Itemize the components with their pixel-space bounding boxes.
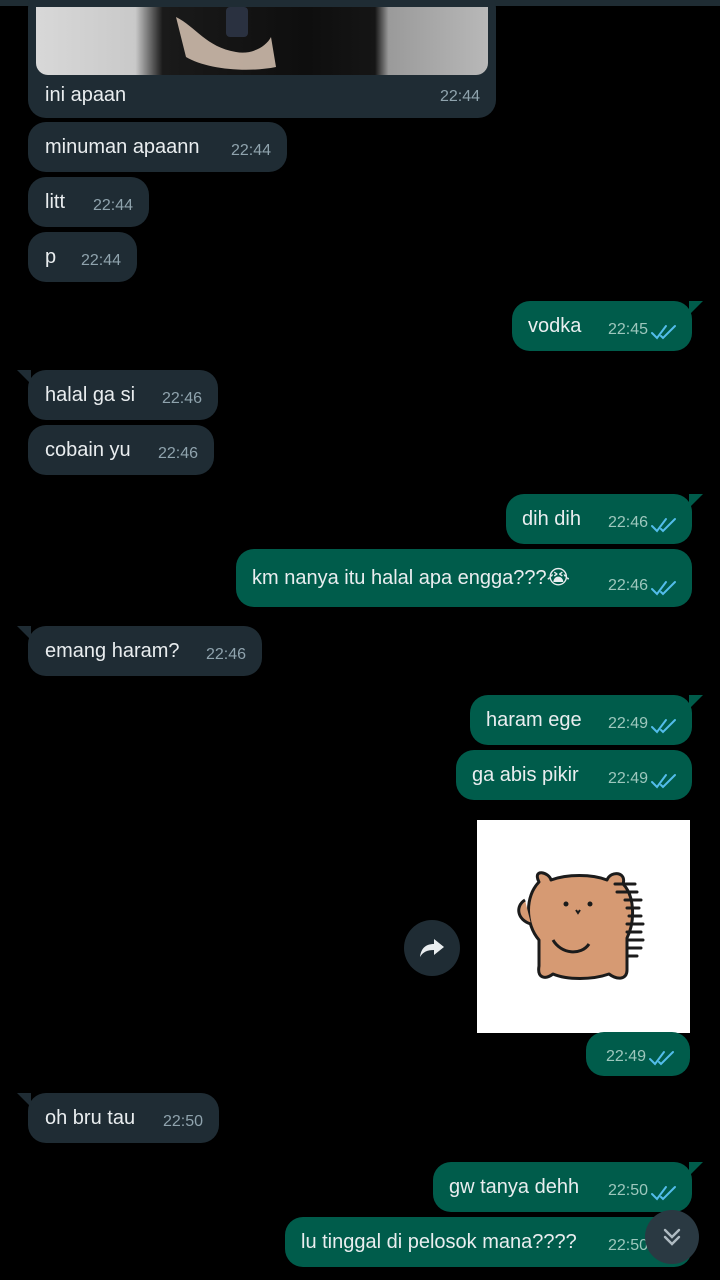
double-check-icon	[651, 1186, 676, 1201]
double-chevron-down-icon	[663, 1228, 681, 1246]
double-check-icon	[649, 1051, 674, 1066]
message-text: km nanya itu halal apa engga???😭	[252, 567, 571, 589]
message-time: 22:50	[162, 1113, 203, 1130]
double-check-icon	[651, 581, 676, 596]
message-time: 22:49	[607, 770, 648, 787]
forward-arrow-icon	[420, 939, 444, 957]
message-bubble-outgoing[interactable]: haram ege 22:49	[470, 695, 703, 745]
message-time: 22:46	[161, 390, 202, 407]
message-time: 22:45	[607, 321, 648, 338]
message-bubble-incoming[interactable]: p 22:44	[28, 232, 137, 282]
shared-photo[interactable]	[36, 7, 488, 75]
message-time: 22:46	[205, 646, 246, 663]
message-time: 22:44	[230, 142, 271, 159]
message-text: lu tinggal di pelosok mana????	[301, 1231, 577, 1253]
message-time: 22:49	[605, 1048, 646, 1065]
message-bubble-outgoing[interactable]: vodka 22:45	[512, 301, 703, 351]
brown-bear-sticker[interactable]	[477, 820, 690, 1033]
message-text: p	[45, 246, 57, 268]
sticker-time-pill: 22:49	[586, 1032, 690, 1076]
message-text: gw tanya dehh	[449, 1176, 580, 1198]
message-time: 22:50	[607, 1182, 648, 1199]
message-time: 22:44	[439, 88, 480, 105]
message-bubble-outgoing[interactable]: ga abis pikir 22:49	[456, 750, 692, 800]
message-time: 22:50	[607, 1237, 648, 1254]
message-text: vodka	[528, 315, 582, 337]
message-bubble-outgoing[interactable]: km nanya itu halal apa engga???😭 22:46	[236, 549, 692, 607]
message-text: cobain yu	[45, 439, 131, 461]
message-bubble-incoming[interactable]: minuman apaann 22:44	[28, 122, 287, 172]
message-time: 22:49	[607, 715, 648, 732]
message-bubble-outgoing[interactable]: gw tanya dehh 22:50	[433, 1162, 703, 1212]
message-text: ini apaan	[45, 84, 127, 106]
message-bubble-incoming[interactable]: emang haram? 22:46	[17, 626, 262, 676]
message-text: haram ege	[486, 709, 582, 731]
double-check-icon	[651, 518, 676, 533]
message-time: 22:46	[607, 514, 648, 531]
message-text: ga abis pikir	[472, 764, 579, 786]
bear-sticker-drawing	[517, 871, 645, 980]
message-bubble-incoming-image[interactable]: ini apaan 22:44	[28, 0, 496, 118]
double-check-icon	[651, 325, 676, 340]
message-text: dih dih	[522, 508, 581, 530]
photo-hand-bottle	[176, 7, 276, 70]
message-text: litt	[45, 191, 65, 213]
message-bubble-incoming[interactable]: litt 22:44	[28, 177, 149, 227]
double-check-icon	[651, 774, 676, 789]
message-bubble-outgoing[interactable]: dih dih 22:46	[506, 494, 703, 544]
forward-button[interactable]	[404, 920, 460, 976]
message-time: 22:44	[92, 197, 133, 214]
message-text: halal ga si	[45, 384, 136, 406]
message-bubble-incoming[interactable]: oh bru tau 22:50	[17, 1093, 219, 1143]
message-text: emang haram?	[45, 640, 180, 662]
message-time: 22:46	[607, 577, 648, 594]
message-text: oh bru tau	[45, 1107, 136, 1129]
message-bubble-outgoing[interactable]: lu tinggal di pelosok mana???? 22:50	[285, 1217, 692, 1267]
message-time: 22:44	[80, 252, 121, 269]
double-check-icon	[651, 719, 676, 734]
message-text: minuman apaann	[45, 136, 200, 158]
message-bubble-incoming[interactable]: cobain yu 22:46	[28, 425, 214, 475]
message-bubble-incoming[interactable]: halal ga si 22:46	[17, 370, 218, 420]
message-time: 22:46	[157, 445, 198, 462]
scroll-to-bottom-button[interactable]	[645, 1210, 699, 1264]
